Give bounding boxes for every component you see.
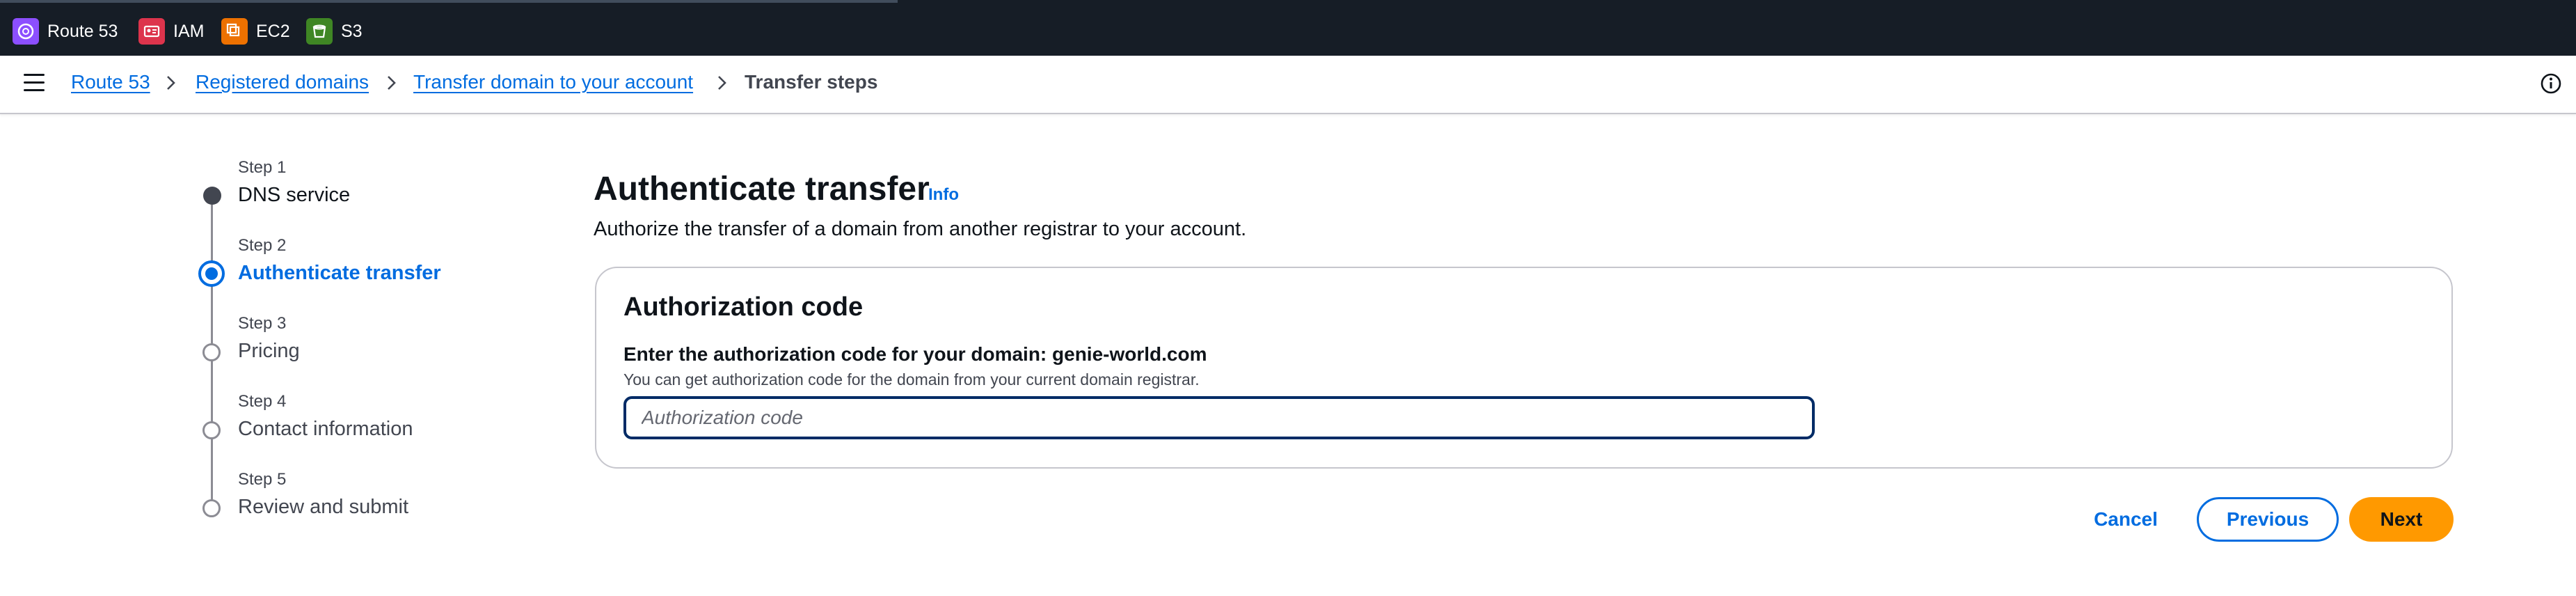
- info-circle-icon[interactable]: [2540, 72, 2562, 95]
- panel-title: Authorization code: [623, 292, 864, 322]
- breadcrumb-current: Transfer steps: [745, 71, 878, 93]
- chevron-right-icon: [167, 76, 175, 90]
- step-label-review-and-submit: Review and submit: [238, 496, 408, 518]
- next-button[interactable]: Next: [2349, 497, 2454, 542]
- step-connector: [211, 439, 213, 500]
- step-connector: [211, 361, 213, 422]
- service-shortcut-s3[interactable]: S3: [306, 18, 363, 45]
- breadcrumb-transfer-domain[interactable]: Transfer domain to your account: [413, 71, 693, 93]
- step-link-dns-service[interactable]: DNS service: [238, 184, 350, 207]
- previous-button[interactable]: Previous: [2197, 497, 2339, 542]
- service-label: S3: [341, 21, 363, 41]
- hamburger-menu-icon[interactable]: [24, 74, 45, 92]
- service-shortcut-ec2[interactable]: EC2: [221, 18, 290, 45]
- step-label-authenticate-transfer: Authenticate transfer: [238, 262, 441, 284]
- service-shortcut-route53[interactable]: Route 53: [13, 18, 118, 45]
- step-connector: [211, 205, 213, 266]
- route53-icon: [13, 18, 39, 45]
- step-number: Step 4: [238, 392, 287, 411]
- step-label-pricing: Pricing: [238, 340, 300, 362]
- page-title: Authenticate transfer: [594, 171, 930, 207]
- step-number: Step 2: [238, 236, 287, 255]
- s3-icon: [306, 18, 333, 45]
- service-label: Route 53: [47, 21, 118, 41]
- service-label: IAM: [173, 21, 205, 41]
- step-number: Step 5: [238, 470, 287, 489]
- breadcrumb-bar: Route 53 Registered domains Transfer dom…: [0, 56, 2576, 114]
- info-link[interactable]: Info: [928, 185, 959, 205]
- step-number: Step 1: [238, 158, 287, 177]
- cancel-button[interactable]: Cancel: [2081, 497, 2171, 542]
- breadcrumb-registered-domains[interactable]: Registered domains: [196, 71, 369, 93]
- chevron-right-icon: [388, 76, 396, 90]
- breadcrumb-route53[interactable]: Route 53: [71, 71, 150, 93]
- step-upcoming-marker: [202, 343, 221, 361]
- loading-indicator: [0, 0, 898, 3]
- step-number: Step 3: [238, 314, 287, 333]
- step-connector: [211, 286, 213, 344]
- step-completed-marker: [203, 187, 221, 205]
- service-shortcut-iam[interactable]: IAM: [138, 18, 204, 45]
- service-label: EC2: [256, 21, 290, 41]
- step-active-marker: [198, 260, 225, 287]
- authorization-code-label: Enter the authorization code for your do…: [623, 343, 1207, 365]
- iam-icon: [138, 18, 165, 45]
- service-bar: Route 53 IAM EC2 S3: [0, 0, 2576, 56]
- chevron-right-icon: [718, 76, 726, 90]
- page-description: Authorize the transfer of a domain from …: [594, 218, 1247, 240]
- step-label-contact-information: Contact information: [238, 418, 413, 440]
- step-upcoming-marker: [202, 421, 221, 439]
- authorization-code-input[interactable]: [623, 396, 1815, 439]
- ec2-icon: [221, 18, 248, 45]
- step-upcoming-marker: [202, 499, 221, 517]
- authorization-code-description: You can get authorization code for the d…: [623, 370, 1200, 389]
